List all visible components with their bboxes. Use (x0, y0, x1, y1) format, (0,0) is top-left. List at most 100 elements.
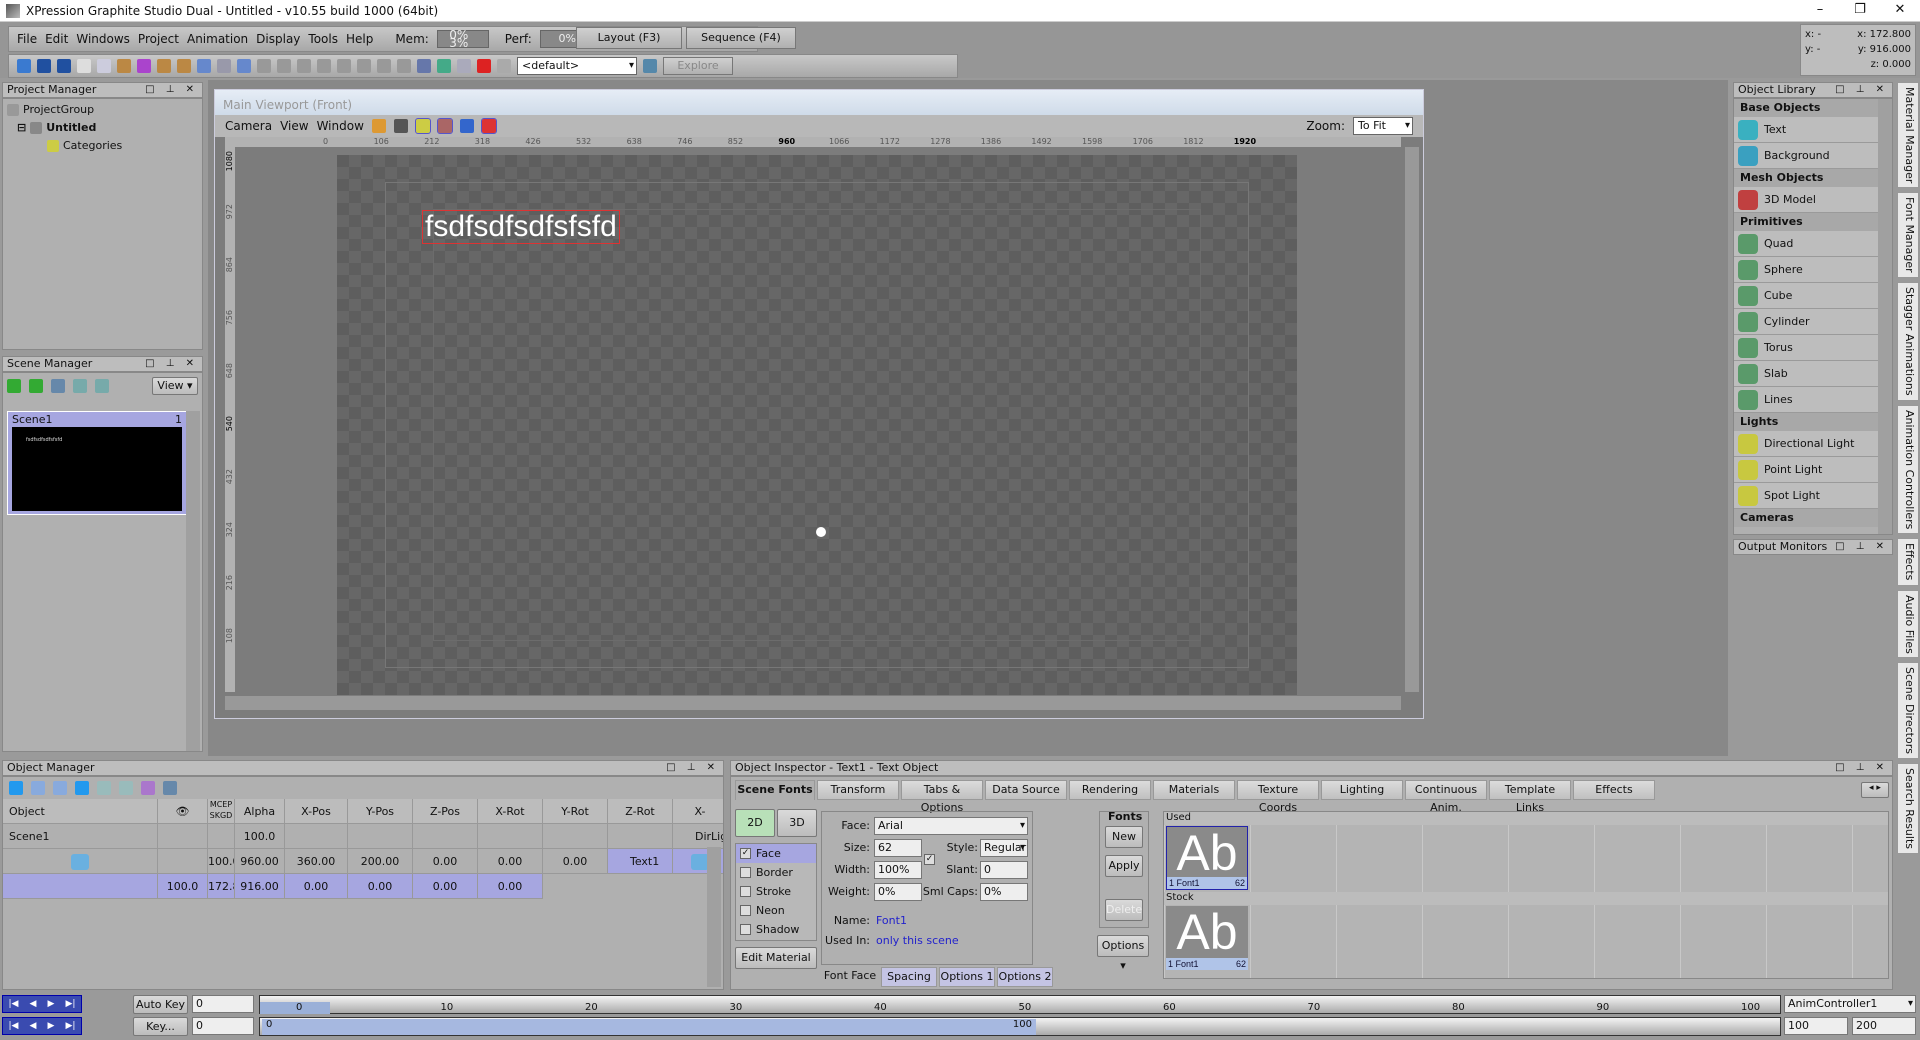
slant-stepper[interactable]: 0 (980, 861, 1028, 879)
panel-controls[interactable]: □ ⊥ ✕ (666, 761, 719, 775)
align-top-icon[interactable] (317, 59, 331, 73)
move-left-icon[interactable] (53, 781, 67, 795)
axis-icon[interactable] (177, 59, 191, 73)
distribute-v-icon[interactable] (397, 59, 411, 73)
size-stepper[interactable]: 62 (874, 839, 922, 857)
viewport-menu-camera[interactable]: Camera (225, 119, 272, 133)
tab-template-links[interactable]: Template Links (1489, 780, 1571, 814)
side-tab-stagger-animations[interactable]: Stagger Animations (1897, 282, 1919, 401)
select-arrow-icon[interactable] (97, 59, 111, 73)
tree-item-projectgroup[interactable]: ProjectGroup (7, 101, 198, 119)
font-name[interactable]: Font1 (876, 914, 907, 927)
tab-scroll-buttons[interactable]: ◂ ▸ (1861, 782, 1889, 798)
close-button[interactable]: ✕ (1880, 0, 1920, 21)
preset-dropdown[interactable]: <default> (517, 57, 637, 75)
move-right-icon[interactable] (75, 781, 89, 795)
library-item-cylinder[interactable]: Cylinder (1734, 309, 1878, 335)
zoom-dropdown[interactable]: To Fit (1353, 117, 1413, 135)
minimize-button[interactable]: – (1800, 0, 1840, 21)
scene-card[interactable]: Scene1 1 fsdfsdfsdfsfsfd (7, 411, 187, 515)
table-cell[interactable]: DirLight1 (673, 824, 723, 849)
table-cell[interactable]: Scene1 (3, 824, 158, 849)
library-item-cube[interactable]: Cube (1734, 283, 1878, 309)
menu-windows[interactable]: Windows (76, 32, 130, 46)
range-bar[interactable]: 0 100 (259, 1017, 1781, 1036)
anim-controller-dropdown[interactable]: AnimController1 (1784, 995, 1916, 1013)
scene-scrollbar[interactable] (186, 411, 200, 751)
tab-effects[interactable]: Effects (1573, 780, 1655, 800)
style-dropdown[interactable]: Regular (980, 839, 1028, 857)
next-frame-icon[interactable]: ▶| (65, 1018, 75, 1034)
library-category[interactable]: Base Objects (1734, 99, 1878, 117)
object-table-vscroll[interactable] (707, 847, 721, 987)
table-cell[interactable] (543, 824, 608, 849)
scale-icon[interactable] (157, 59, 171, 73)
layout-mode-button[interactable]: Layout (F3) (576, 27, 682, 49)
table-cell[interactable]: 0.00 (285, 874, 348, 899)
end-frame-stepper[interactable]: 100 (1784, 1017, 1848, 1035)
table-cell[interactable]: 100.0 (235, 824, 285, 849)
align-bottom-icon[interactable] (357, 59, 371, 73)
options-dropdown[interactable]: Options ▾ (1097, 935, 1149, 972)
menu-edit[interactable]: Edit (45, 32, 68, 46)
align-icon[interactable] (197, 59, 211, 73)
column-header[interactable]: Z-Pos (413, 799, 478, 824)
library-item-lines[interactable]: Lines (1734, 387, 1878, 413)
panel-controls[interactable]: □ ⊥ ✕ (1835, 761, 1888, 775)
first-frame-icon[interactable]: |◀ (9, 996, 19, 1012)
viewport-menu-window[interactable]: Window (317, 119, 364, 133)
library-category[interactable]: Primitives (1734, 213, 1878, 231)
layer-neon[interactable]: Neon (736, 901, 816, 920)
weight-stepper[interactable]: 0% (874, 883, 922, 901)
transport-controls-2[interactable]: |◀ ◀ ▶ ▶| (2, 1017, 82, 1035)
list-view-icon[interactable] (119, 781, 133, 795)
library-scrollbar[interactable] (1878, 99, 1892, 534)
align-right-icon[interactable] (297, 59, 311, 73)
move-up-icon[interactable] (9, 781, 23, 795)
tab-continuous-anim-[interactable]: Continuous Anim. (1405, 780, 1487, 814)
viewport-hscrollbar[interactable] (225, 696, 1401, 710)
table-cell[interactable] (158, 849, 208, 874)
used-in-link[interactable]: only this scene (876, 934, 959, 947)
table-cell[interactable]: 0.00 (413, 849, 478, 874)
viewport-vscrollbar[interactable] (1405, 147, 1419, 692)
tab-data-source[interactable]: Data Source (985, 780, 1067, 800)
library-item-sphere[interactable]: Sphere (1734, 257, 1878, 283)
template-icon[interactable] (417, 59, 431, 73)
column-header[interactable]: X-Rot (478, 799, 543, 824)
checkbox[interactable]: ✓ (740, 848, 751, 859)
table-cell[interactable] (208, 824, 235, 849)
prev-frame-icon[interactable]: ◀ (30, 996, 37, 1012)
explore-button[interactable]: Explore (663, 57, 733, 75)
table-cell[interactable]: 0.00 (478, 874, 543, 899)
transport-controls-1[interactable]: |◀ ◀ ▶ ▶| (2, 995, 82, 1013)
library-item-slab[interactable]: Slab (1734, 361, 1878, 387)
layer-stroke[interactable]: Stroke (736, 882, 816, 901)
library-item-torus[interactable]: Torus (1734, 335, 1878, 361)
align-center-icon[interactable] (277, 59, 291, 73)
prev-frame-icon[interactable]: ◀ (30, 1018, 37, 1034)
mode-3d-button[interactable]: 3D (777, 809, 817, 837)
table-cell[interactable] (3, 874, 158, 899)
face-dropdown[interactable]: Arial (874, 817, 1028, 835)
visibility-lock-header[interactable]: 👁 (158, 799, 208, 824)
menu-tools[interactable]: Tools (308, 32, 338, 46)
preview-icon[interactable] (437, 59, 451, 73)
checkbox[interactable] (740, 905, 751, 916)
menu-animation[interactable]: Animation (187, 32, 248, 46)
safe-area-icon[interactable] (371, 119, 386, 133)
side-tab-font-manager[interactable]: Font Manager (1897, 192, 1919, 279)
range-selection[interactable]: 0 100 (262, 1019, 1036, 1035)
table-cell[interactable]: 100.0 (158, 874, 208, 899)
grid-icon[interactable] (457, 59, 471, 73)
redo-icon[interactable] (217, 59, 231, 73)
table-cell[interactable]: 916.00 (235, 874, 285, 899)
tab-scene-fonts[interactable]: Scene Fonts (735, 780, 815, 800)
playhead-range[interactable] (260, 1002, 330, 1014)
key-button[interactable]: Key... (133, 1017, 188, 1036)
column-header[interactable]: X-Pos (285, 799, 348, 824)
menu-project[interactable]: Project (138, 32, 179, 46)
add-scene-group-icon[interactable] (29, 379, 43, 393)
tab-lighting[interactable]: Lighting (1321, 780, 1403, 800)
column-header[interactable]: Z-Rot (608, 799, 673, 824)
